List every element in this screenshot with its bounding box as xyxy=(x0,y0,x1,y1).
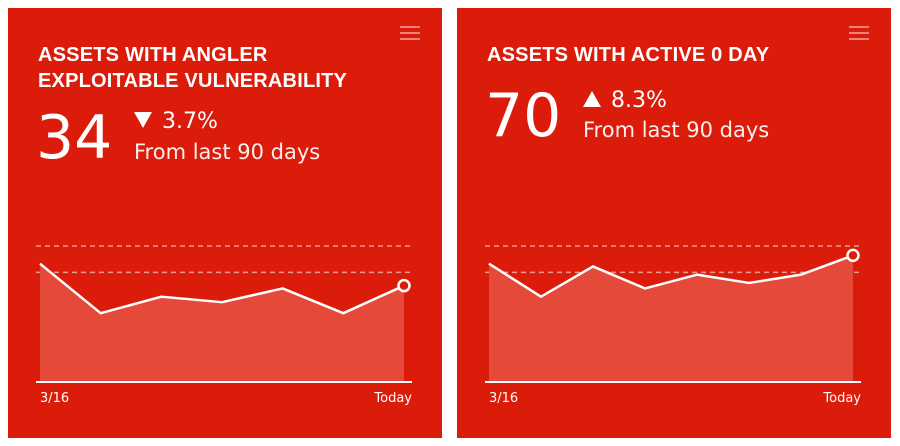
trend-down-arrow-icon xyxy=(134,112,152,128)
trend-indicator: 3.7% xyxy=(134,109,218,135)
trend-percent: 3.7% xyxy=(162,109,218,134)
card-title: ASSETS WITH ANGLER EXPLOITABLE VULNERABI… xyxy=(38,44,348,92)
period-label: From last 90 days xyxy=(134,140,321,164)
metric-card-angler: ASSETS WITH ANGLER EXPLOITABLE VULNERABI… xyxy=(8,8,442,438)
period-label: From last 90 days xyxy=(583,118,770,142)
latest-point-marker[interactable] xyxy=(846,248,860,263)
x-end-label: Today xyxy=(823,391,861,406)
metric-card-zero-day: ASSETS WITH ACTIVE 0 DAY 70 8.3% From la… xyxy=(457,8,891,438)
latest-point-marker[interactable] xyxy=(397,278,411,293)
metric-value: 70 xyxy=(485,81,562,151)
menu-icon[interactable] xyxy=(849,26,869,40)
trend-chart xyxy=(36,245,412,383)
trend-up-arrow-icon xyxy=(583,91,601,107)
metric-value: 34 xyxy=(36,103,113,173)
x-start-label: 3/16 xyxy=(40,391,70,406)
menu-icon[interactable] xyxy=(400,26,420,40)
trend-percent: 8.3% xyxy=(611,88,667,113)
x-end-label: Today xyxy=(374,391,412,406)
card-title: ASSETS WITH ACTIVE 0 DAY xyxy=(487,44,770,66)
trend-indicator: 8.3% xyxy=(583,88,667,114)
series-area xyxy=(40,263,404,382)
trend-chart xyxy=(485,245,861,383)
x-start-label: 3/16 xyxy=(489,391,519,406)
